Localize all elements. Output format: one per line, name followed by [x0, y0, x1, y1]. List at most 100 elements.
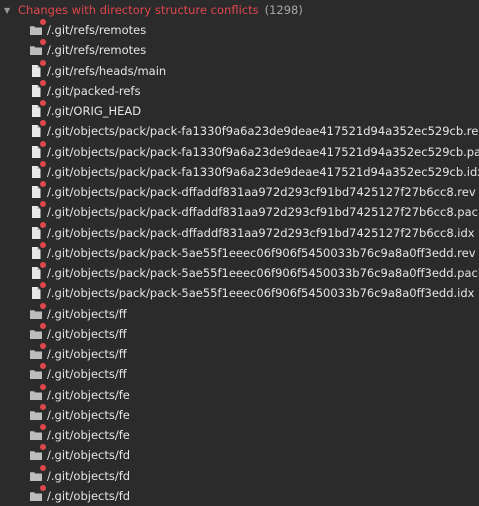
file-path-label: /.git/objects/pack/pack-dffaddf831aa972d…	[47, 185, 476, 200]
file-path-label: /.git/objects/fe	[47, 407, 130, 422]
list-item[interactable]: /.git/packed-refs	[0, 79, 479, 101]
conflict-badge-icon	[40, 383, 46, 390]
file-path-label: /.git/objects/fe	[47, 387, 130, 402]
file-path-label: /.git/objects/pack/pack-dffaddf831aa972d…	[47, 205, 479, 220]
folder-icon	[29, 19, 46, 37]
conflict-badge-icon	[40, 100, 46, 107]
file-path-label: /.git/ORIG_HEAD	[47, 104, 142, 119]
list-item[interactable]: /.git/refs/heads/main	[0, 59, 479, 81]
list-item[interactable]: /.git/objects/ff	[0, 343, 479, 364]
folder-icon	[29, 403, 46, 422]
folder-icon	[29, 39, 46, 57]
file-path-label: /.git/objects/fe	[47, 428, 130, 443]
conflict-badge-icon	[40, 302, 46, 309]
file-path-label: /.git/objects/ff	[47, 326, 127, 341]
list-item[interactable]: /.git/objects/ff	[0, 302, 479, 324]
conflict-file-list: /.git/refs/remotes /.git/refs/remotes /.gi…	[0, 19, 479, 506]
list-item[interactable]: /.git/objects/pack/pack-fa1330f9a6a23de9…	[0, 120, 479, 141]
conflict-badge-icon	[40, 140, 46, 147]
conflict-badge-icon	[40, 120, 46, 127]
file-path-label: /.git/refs/heads/main	[47, 63, 167, 78]
list-item[interactable]: /.git/objects/pack/pack-dffaddf831aa972d…	[0, 201, 479, 222]
conflict-badge-icon	[40, 201, 46, 208]
conflict-badge-icon	[40, 262, 46, 269]
file-path-label: /.git/refs/remotes	[47, 43, 147, 58]
conflict-badge-icon	[40, 241, 46, 248]
folder-icon	[29, 363, 46, 381]
file-icon	[29, 160, 46, 179]
list-item[interactable]: /.git/objects/fe	[0, 383, 479, 405]
list-item[interactable]: /.git/objects/fd	[0, 464, 479, 486]
conflict-badge-icon	[40, 484, 46, 491]
file-icon	[29, 181, 46, 199]
file-path-label: /.git/objects/pack/pack-dffaddf831aa972d…	[47, 225, 475, 240]
list-item[interactable]: /.git/objects/pack/pack-dffaddf831aa972d…	[0, 221, 479, 243]
conflict-badge-icon	[40, 282, 46, 289]
file-icon	[29, 221, 46, 240]
conflict-badge-icon	[40, 424, 46, 431]
file-icon	[29, 59, 46, 78]
conflict-badge-icon	[40, 160, 46, 167]
file-path-label: /.git/objects/fd	[47, 448, 131, 463]
file-path-label: /.git/objects/pack/pack-fa1330f9a6a23de9…	[47, 144, 479, 159]
folder-icon	[29, 383, 46, 402]
list-item[interactable]: /.git/objects/fd	[0, 444, 479, 465]
list-item[interactable]: /.git/objects/fe	[0, 403, 479, 425]
conflict-badge-icon	[40, 79, 46, 86]
file-icon	[29, 282, 46, 300]
folder-icon	[29, 484, 46, 503]
list-item[interactable]: /.git/objects/pack/pack-5ae55f1eeec06f90…	[0, 241, 479, 263]
conflict-badge-icon	[40, 221, 46, 228]
file-icon	[29, 262, 46, 280]
file-path-label: /.git/objects/ff	[47, 347, 127, 362]
conflict-badge-icon	[40, 444, 46, 451]
list-item[interactable]: /.git/objects/pack/pack-5ae55f1eeec06f90…	[0, 282, 479, 303]
file-path-label: /.git/objects/fd	[47, 488, 131, 503]
group-count: (1298)	[264, 3, 303, 17]
file-path-label: /.git/objects/pack/pack-fa1330f9a6a23de9…	[47, 164, 479, 179]
folder-icon	[29, 464, 46, 483]
file-icon	[29, 120, 46, 138]
list-item[interactable]: /.git/objects/fd	[0, 484, 479, 506]
list-item[interactable]: /.git/objects/pack/pack-dffaddf831aa972d…	[0, 181, 479, 202]
list-item[interactable]: /.git/objects/pack/pack-5ae55f1eeec06f90…	[0, 262, 479, 283]
file-path-label: /.git/objects/pack/pack-fa1330f9a6a23de9…	[47, 124, 479, 139]
conflict-badge-icon	[40, 19, 46, 26]
conflict-badge-icon	[40, 322, 46, 329]
file-icon	[29, 79, 46, 98]
list-item[interactable]: /.git/objects/ff	[0, 322, 479, 344]
list-item[interactable]: /.git/ORIG_HEAD	[0, 100, 479, 121]
file-icon	[29, 201, 46, 219]
conflict-badge-icon	[40, 464, 46, 471]
list-item[interactable]: /.git/refs/remotes	[0, 39, 479, 60]
file-icon	[29, 241, 46, 260]
list-item[interactable]: /.git/objects/fe	[0, 424, 479, 445]
folder-icon	[29, 444, 46, 462]
group-title: Changes with directory structure conflic…	[18, 3, 259, 17]
folder-icon	[29, 302, 46, 321]
folder-icon	[29, 343, 46, 361]
conflict-badge-icon	[40, 403, 46, 410]
conflict-badge-icon	[40, 59, 46, 66]
file-path-label: /.git/objects/ff	[47, 367, 127, 382]
file-path-label: /.git/packed-refs	[47, 83, 141, 98]
file-path-label: /.git/objects/pack/pack-5ae55f1eeec06f90…	[47, 266, 479, 281]
list-item[interactable]: /.git/objects/pack/pack-fa1330f9a6a23de9…	[0, 160, 479, 182]
file-path-label: /.git/refs/remotes	[47, 23, 147, 38]
file-path-label: /.git/objects/fd	[47, 468, 131, 483]
file-path-label: /.git/objects/pack/pack-5ae55f1eeec06f90…	[47, 245, 476, 260]
conflict-badge-icon	[40, 363, 46, 370]
list-item[interactable]: /.git/objects/pack/pack-fa1330f9a6a23de9…	[0, 140, 479, 162]
conflicts-group-header[interactable]: ▼ Changes with directory structure confl…	[0, 0, 479, 20]
folder-icon	[29, 424, 46, 442]
file-icon	[29, 100, 46, 118]
conflict-badge-icon	[40, 181, 46, 188]
folder-icon	[29, 322, 46, 341]
conflict-badge-icon	[40, 39, 46, 46]
list-item[interactable]: /.git/refs/remotes	[0, 19, 479, 40]
file-path-label: /.git/objects/pack/pack-5ae55f1eeec06f90…	[47, 286, 475, 301]
chevron-down-icon[interactable]: ▼	[4, 6, 16, 15]
file-path-label: /.git/objects/ff	[47, 306, 127, 321]
list-item[interactable]: /.git/objects/ff	[0, 363, 479, 384]
file-icon	[29, 140, 46, 159]
